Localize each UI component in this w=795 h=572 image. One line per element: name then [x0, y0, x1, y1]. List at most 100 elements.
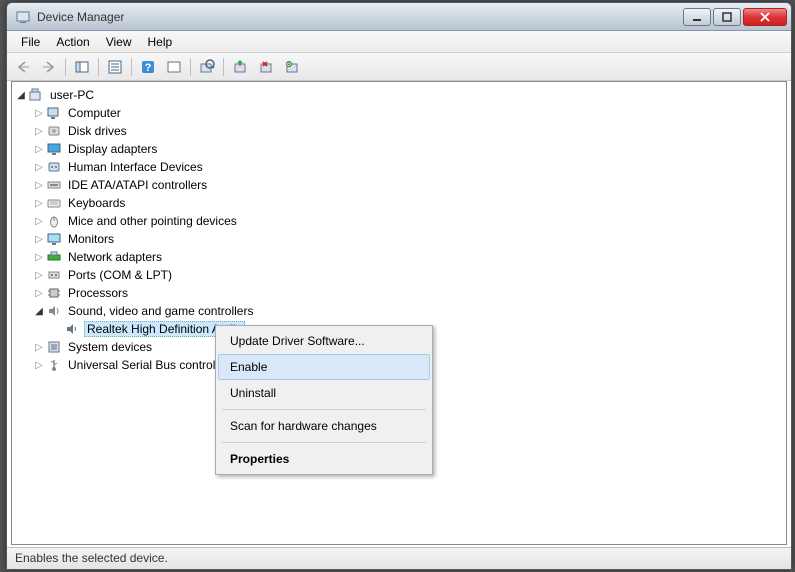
tree-arrow-icon[interactable]: ▷: [32, 144, 46, 155]
tree-item-label: IDE ATA/ATAPI controllers: [66, 178, 209, 192]
menu-bar: File Action View Help: [7, 31, 791, 53]
tree-arrow-icon[interactable]: ▷: [32, 360, 46, 371]
usb-icon: [46, 357, 62, 373]
context-menu: Update Driver Software...EnableUninstall…: [215, 325, 433, 475]
tree-item-disk[interactable]: ▷ Disk drives: [14, 122, 784, 140]
tree-item-computer[interactable]: ▷ Computer: [14, 104, 784, 122]
tree-item-label: Computer: [66, 106, 123, 120]
svg-text:?: ?: [145, 62, 152, 74]
tree-arrow-icon[interactable]: ▷: [32, 252, 46, 263]
tree-item-label: user-PC: [48, 88, 96, 102]
update-driver-button[interactable]: [228, 56, 252, 78]
tree-item-label: Disk drives: [66, 124, 129, 138]
tree-arrow-icon[interactable]: ▷: [32, 234, 46, 245]
tree-item-cpu[interactable]: ▷ Processors: [14, 284, 784, 302]
tree-item-label: Mice and other pointing devices: [66, 214, 239, 228]
tree-item-label: Ports (COM & LPT): [66, 268, 174, 282]
status-bar: Enables the selected device.: [7, 547, 791, 569]
menu-action[interactable]: Action: [48, 33, 97, 51]
menu-separator: [222, 409, 426, 410]
action-button[interactable]: [162, 56, 186, 78]
menu-view[interactable]: View: [98, 33, 140, 51]
forward-button: [37, 56, 61, 78]
tree-root[interactable]: ◢ user-PC: [14, 86, 784, 104]
mouse-icon: [46, 213, 62, 229]
system-icon: [46, 339, 62, 355]
sound-icon: [46, 303, 62, 319]
menu-item-properties[interactable]: Properties: [218, 446, 430, 472]
tree-item-label: Keyboards: [66, 196, 127, 210]
menu-item-enable[interactable]: Enable: [218, 354, 430, 380]
device-tree-panel[interactable]: ◢user-PC▷Computer▷Disk drives▷Display ad…: [11, 81, 787, 545]
display-icon: [46, 141, 62, 157]
scan-hardware-button[interactable]: [195, 56, 219, 78]
tree-arrow-icon[interactable]: ▷: [32, 342, 46, 353]
keyboard-icon: [46, 195, 62, 211]
help-button[interactable]: ?: [136, 56, 160, 78]
menu-file[interactable]: File: [13, 33, 48, 51]
tree-arrow-icon[interactable]: ◢: [32, 306, 46, 317]
audio-icon: [64, 321, 80, 337]
toolbar-separator: [223, 58, 224, 76]
app-icon: [15, 9, 31, 25]
tree-arrow-icon[interactable]: ▷: [32, 216, 46, 227]
menu-help[interactable]: Help: [140, 33, 181, 51]
tree-arrow-icon[interactable]: ▷: [32, 270, 46, 281]
tree-arrow-icon[interactable]: ▷: [32, 180, 46, 191]
tree-arrow-icon[interactable]: ▷: [32, 288, 46, 299]
toolbar-separator: [131, 58, 132, 76]
port-icon: [46, 267, 62, 283]
tree-item-network[interactable]: ▷ Network adapters: [14, 248, 784, 266]
tree-item-label: Sound, video and game controllers: [66, 304, 255, 318]
tree-item-monitor[interactable]: ▷ Monitors: [14, 230, 784, 248]
root-icon: [28, 87, 44, 103]
titlebar[interactable]: Device Manager: [7, 3, 791, 31]
tree-arrow-icon[interactable]: ▷: [32, 198, 46, 209]
tree-arrow-icon[interactable]: ▷: [32, 126, 46, 137]
tree-arrow-icon[interactable]: ◢: [14, 90, 28, 101]
toolbar-separator: [98, 58, 99, 76]
uninstall-button[interactable]: [254, 56, 278, 78]
network-icon: [46, 249, 62, 265]
window-title: Device Manager: [37, 10, 683, 24]
toolbar-separator: [65, 58, 66, 76]
menu-separator: [222, 442, 426, 443]
disk-icon: [46, 123, 62, 139]
menu-item-update-driver-software[interactable]: Update Driver Software...: [218, 328, 430, 354]
back-button: [11, 56, 35, 78]
tree-item-port[interactable]: ▷ Ports (COM & LPT): [14, 266, 784, 284]
monitor-icon: [46, 231, 62, 247]
minimize-button[interactable]: [683, 8, 711, 26]
tree-arrow-icon[interactable]: ▷: [32, 108, 46, 119]
device-manager-window: Device Manager File Action View Help ? ◢…: [6, 2, 792, 570]
tree-item-label: System devices: [66, 340, 154, 354]
tree-item-sound[interactable]: ◢ Sound, video and game controllers: [14, 302, 784, 320]
tree-item-label: Processors: [66, 286, 130, 300]
tree-item-ide[interactable]: ▷ IDE ATA/ATAPI controllers: [14, 176, 784, 194]
cpu-icon: [46, 285, 62, 301]
menu-item-scan-for-hardware-changes[interactable]: Scan for hardware changes: [218, 413, 430, 439]
tree-item-mouse[interactable]: ▷ Mice and other pointing devices: [14, 212, 784, 230]
tree-item-display[interactable]: ▷ Display adapters: [14, 140, 784, 158]
hid-icon: [46, 159, 62, 175]
tree-item-keyboard[interactable]: ▷ Keyboards: [14, 194, 784, 212]
tree-item-label: Universal Serial Bus controllers: [66, 358, 237, 372]
maximize-button[interactable]: [713, 8, 741, 26]
window-controls: [683, 8, 787, 26]
tree-item-label: Human Interface Devices: [66, 160, 205, 174]
toolbar-separator: [190, 58, 191, 76]
tree-item-label: Network adapters: [66, 250, 164, 264]
menu-item-uninstall[interactable]: Uninstall: [218, 380, 430, 406]
status-text: Enables the selected device.: [15, 551, 168, 565]
ide-icon: [46, 177, 62, 193]
tree-arrow-icon[interactable]: ▷: [32, 162, 46, 173]
enable-button[interactable]: [280, 56, 304, 78]
computer-icon: [46, 105, 62, 121]
tree-item-label: Monitors: [66, 232, 116, 246]
tree-item-hid[interactable]: ▷ Human Interface Devices: [14, 158, 784, 176]
toolbar: ?: [7, 53, 791, 81]
show-hide-console-button[interactable]: [70, 56, 94, 78]
properties-button[interactable]: [103, 56, 127, 78]
close-button[interactable]: [743, 8, 787, 26]
tree-item-label: Display adapters: [66, 142, 159, 156]
